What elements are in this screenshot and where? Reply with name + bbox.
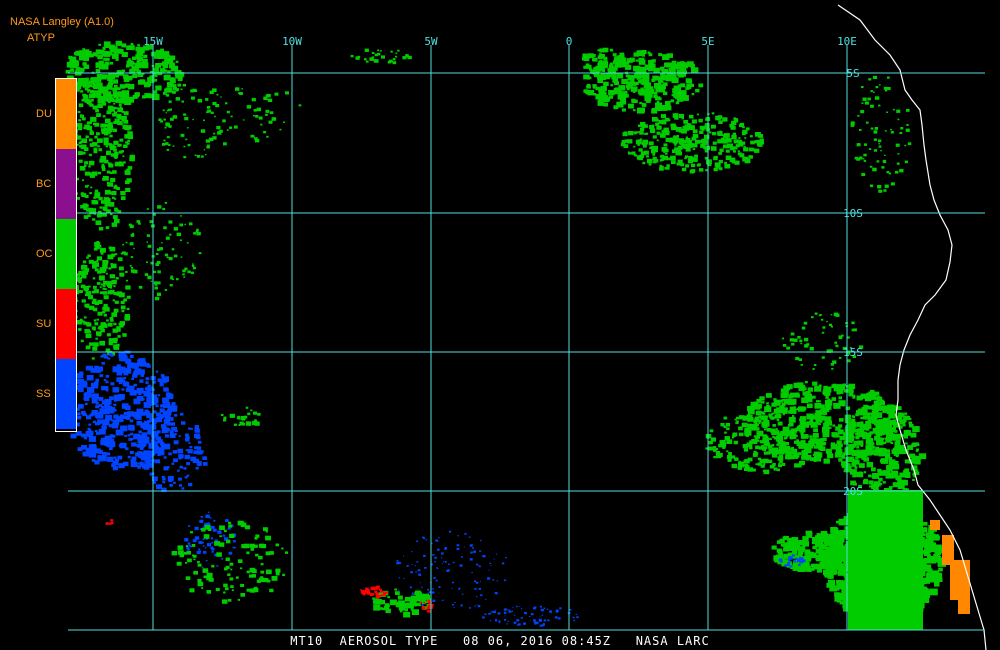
colorbar-label-oc: OC bbox=[36, 248, 53, 260]
latitude-label: 20S bbox=[843, 485, 863, 498]
longitude-label: 5W bbox=[424, 35, 438, 48]
latitude-label: 5S bbox=[846, 67, 859, 80]
longitude-label: 15W bbox=[143, 35, 163, 48]
colorbar-label-su: SU bbox=[36, 318, 52, 330]
colorbar-segment-bc bbox=[56, 149, 76, 219]
map-caption: MT10 AEROSOL TYPE 08 06, 2016 08:45Z NAS… bbox=[290, 634, 710, 648]
latitude-label: 15S bbox=[843, 346, 863, 359]
colorbar-label-bc: BC bbox=[36, 178, 52, 190]
aerosol-map: 15W 10W 5W 0 5E 10E 5S 10S 15S 20S bbox=[0, 0, 1000, 650]
longitude-label: 10W bbox=[282, 35, 302, 48]
colorbar-label-ss: SS bbox=[36, 388, 51, 400]
longitude-label: 5E bbox=[701, 35, 714, 48]
aerosol-type-colorbar bbox=[55, 78, 77, 432]
longitude-label: 0 bbox=[566, 35, 573, 48]
longitude-label: 10E bbox=[837, 35, 857, 48]
colorbar-segment-du bbox=[56, 79, 76, 149]
colorbar-segment-oc bbox=[56, 219, 76, 289]
colorbar-segment-ss bbox=[56, 359, 76, 429]
latitude-label: 10S bbox=[843, 207, 863, 220]
colorbar-label-du: DU bbox=[36, 108, 52, 120]
product-label: ATYP bbox=[27, 32, 55, 44]
source-label: NASA Langley (A1.0) bbox=[10, 16, 114, 28]
colorbar-segment-su bbox=[56, 289, 76, 359]
